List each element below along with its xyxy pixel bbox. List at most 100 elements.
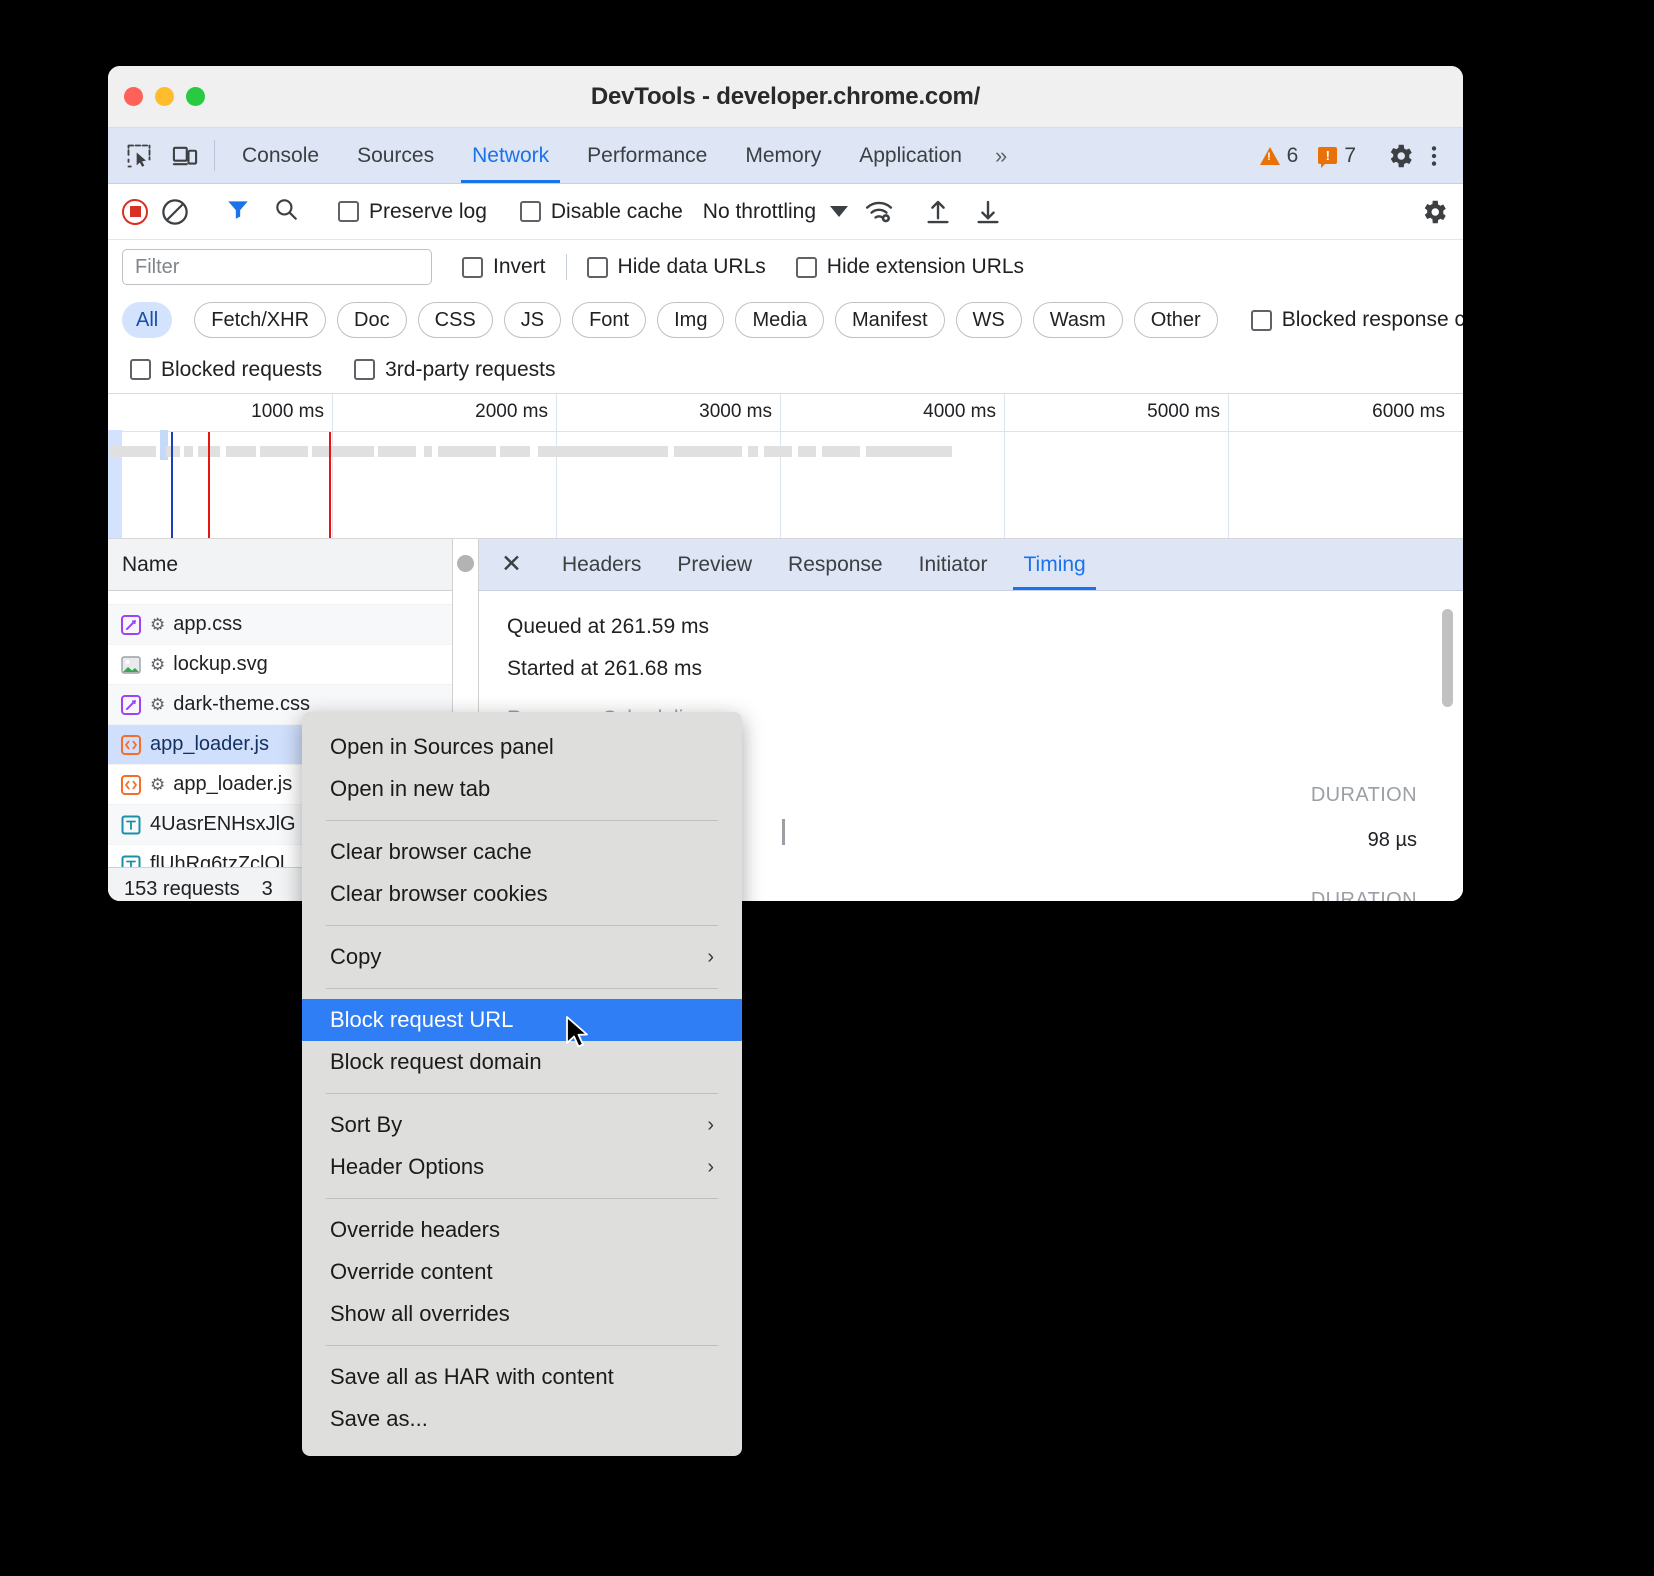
chip-manifest[interactable]: Manifest [835,302,945,338]
blocked-response-cookies-box[interactable] [1251,310,1272,331]
font-icon [120,814,142,836]
inspect-element-icon[interactable] [124,141,154,171]
chip-other[interactable]: Other [1134,302,1218,338]
chip-doc[interactable]: Doc [337,302,407,338]
tab-preview[interactable]: Preview [659,539,770,590]
menu-item-override-content[interactable]: Override content [302,1251,742,1293]
overview-tick-5000: 5000 ms [1005,394,1229,539]
script-icon [120,734,142,756]
menu-item-open-in-sources-panel[interactable]: Open in Sources panel [302,726,742,768]
error-badge[interactable]: ! 7 [1310,144,1364,168]
tab-initiator[interactable]: Initiator [901,539,1006,590]
overview-tick-3000: 3000 ms [557,394,781,539]
hide-extension-urls-checkbox[interactable]: Hide extension URLs [788,255,1032,279]
table-row-partial[interactable] [108,591,452,605]
hide-data-urls-checkbox[interactable]: Hide data URLs [579,255,774,279]
tab-performance[interactable]: Performance [568,128,726,183]
menu-item-copy[interactable]: Copy › [302,936,742,978]
clear-requests-icon[interactable] [160,197,190,227]
table-row[interactable]: ⚙ lockup.svg [108,645,452,685]
chip-font[interactable]: Font [572,302,646,338]
device-toolbar-icon[interactable] [170,141,200,171]
hide-data-urls-box[interactable] [587,257,608,278]
menu-separator-6 [326,1345,718,1346]
blocked-requests-checkbox[interactable]: Blocked requests [122,358,330,382]
devtools-tabstrip: Console Sources Network Performance Memo… [108,128,1463,184]
settings-gear-icon[interactable] [1385,141,1415,171]
request-override-gear-icon: ⚙ [150,615,165,635]
invert-box[interactable] [462,257,483,278]
request-list-header[interactable]: Name [108,539,452,591]
invert-checkbox[interactable]: Invert [454,255,554,279]
chevron-right-icon: › [707,1114,714,1137]
more-tabs-icon[interactable]: » [981,128,1021,183]
duration-value-1: 98 µs [1368,829,1417,852]
record-stop-button[interactable] [122,199,148,225]
disable-cache-checkbox[interactable]: Disable cache [512,200,691,224]
chip-ws[interactable]: WS [956,302,1022,338]
chip-wasm[interactable]: Wasm [1033,302,1123,338]
disable-cache-box[interactable] [520,201,541,222]
tab-memory[interactable]: Memory [726,128,840,183]
menu-item-clear-browser-cache[interactable]: Clear browser cache [302,831,742,873]
tab-headers[interactable]: Headers [544,539,659,590]
tab-response[interactable]: Response [770,539,901,590]
warning-count: 6 [1287,144,1299,168]
menu-item-clear-browser-cookies[interactable]: Clear browser cookies [302,873,742,915]
request-override-gear-icon: ⚙ [150,655,165,675]
tab-sources[interactable]: Sources [338,128,453,183]
menu-item-save-all-as-har-with-content[interactable]: Save all as HAR with content [302,1356,742,1398]
menu-item-header-options-label: Header Options [330,1154,484,1180]
tab-timing[interactable]: Timing [1005,539,1103,590]
network-settings-gear-icon[interactable] [1419,197,1449,227]
chip-all[interactable]: All [122,302,172,338]
import-har-icon[interactable] [923,197,953,227]
preserve-log-box[interactable] [338,201,359,222]
table-row[interactable]: ⚙ app.css [108,605,452,645]
preserve-log-checkbox[interactable]: Preserve log [330,200,495,224]
blocked-response-cookies-checkbox[interactable]: Blocked response cookies [1243,308,1463,332]
warning-badge[interactable]: 6 [1252,144,1307,168]
third-party-requests-box[interactable] [354,359,375,380]
blocked-requests-box[interactable] [130,359,151,380]
close-icon[interactable]: ✕ [479,539,544,590]
splitter-handle-icon[interactable] [457,555,474,572]
tab-application[interactable]: Application [840,128,981,183]
third-party-requests-checkbox[interactable]: 3rd-party requests [346,358,563,382]
request-name: app.css [173,613,242,636]
menu-item-block-request-url[interactable]: Block request URL [302,999,742,1041]
chip-css[interactable]: CSS [418,302,493,338]
menu-item-sort-by-label: Sort By [330,1112,402,1138]
tab-network[interactable]: Network [453,128,568,183]
filter-funnel-icon[interactable] [215,196,261,227]
filter-input[interactable] [122,249,432,285]
chip-img[interactable]: Img [657,302,724,338]
preserve-log-label: Preserve log [369,200,487,224]
menu-item-header-options[interactable]: Header Options › [302,1146,742,1188]
detail-scrollbar-thumb[interactable] [1442,609,1453,707]
chip-media[interactable]: Media [735,302,823,338]
chip-fetch-xhr[interactable]: Fetch/XHR [194,302,326,338]
error-count: 7 [1344,144,1356,168]
menu-item-open-in-new-tab[interactable]: Open in new tab [302,768,742,810]
request-name: lockup.svg [173,653,268,676]
chip-js[interactable]: JS [504,302,561,338]
throttling-dropdown[interactable]: No throttling [703,200,848,224]
more-options-icon[interactable] [1419,141,1449,171]
font-icon [120,854,142,868]
hide-extension-urls-box[interactable] [796,257,817,278]
menu-item-save-as[interactable]: Save as... [302,1398,742,1440]
search-icon[interactable] [263,196,309,227]
resource-type-filter-bar: All Fetch/XHR Doc CSS JS Font Img Media … [108,294,1463,346]
third-party-requests-label: 3rd-party requests [385,358,555,382]
network-overview-timeline[interactable]: 1000 ms 2000 ms 3000 ms 4000 ms 5000 ms … [108,394,1463,539]
export-har-icon[interactable] [973,197,1003,227]
hide-extension-urls-label: Hide extension URLs [827,255,1024,279]
menu-item-block-request-domain[interactable]: Block request domain [302,1041,742,1083]
chevron-down-icon [830,206,848,217]
tab-console[interactable]: Console [223,128,338,183]
network-conditions-icon[interactable] [864,197,894,227]
menu-item-sort-by[interactable]: Sort By › [302,1104,742,1146]
menu-item-show-all-overrides[interactable]: Show all overrides [302,1293,742,1335]
menu-item-override-headers[interactable]: Override headers [302,1209,742,1251]
